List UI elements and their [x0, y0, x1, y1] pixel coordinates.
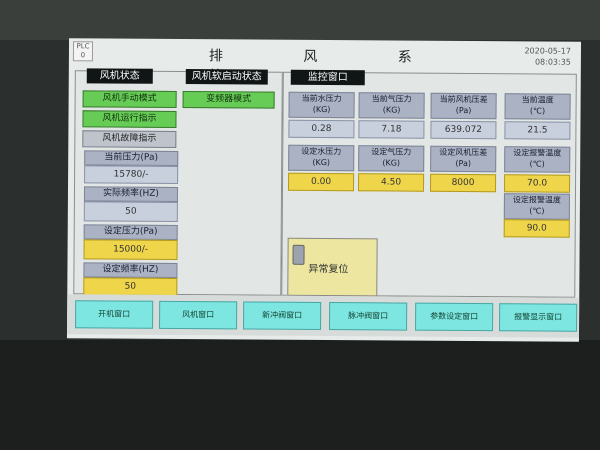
set-freq-label: 设定频率(HZ) — [83, 262, 178, 278]
set-alarm-temp-input-2[interactable]: 90.0 — [503, 219, 570, 238]
vfd-mode-button[interactable]: 变频器模式 — [182, 91, 275, 109]
nav-button-1[interactable]: 风机窗口 — [159, 300, 238, 330]
monitor-value-1: 7.18 — [358, 120, 425, 139]
reset-knob-icon — [292, 244, 305, 265]
nav-button-2[interactable]: 新冲阀窗口 — [243, 301, 322, 330]
nav-button-5[interactable]: 报警显示窗口 — [499, 303, 578, 332]
monitor-value-0: 0.28 — [288, 119, 355, 139]
set-alarm-temp-label-2: 设定报警温度 (℃) — [503, 193, 570, 220]
hmi-screen: PLC 0 排 风 系 统 2020-05-17 08:03:35 风机状态 风… — [66, 38, 582, 342]
fault-reset-button[interactable]: 异常复位 — [287, 237, 378, 297]
monitor-label-3: 当前温度 (℃) — [504, 93, 571, 120]
monitor-bezel-top — [0, 0, 600, 40]
time-text: 08:03:35 — [534, 57, 571, 67]
set-freq-input[interactable]: 50 — [83, 277, 178, 296]
softstart-header: 风机软启动状态 — [185, 69, 268, 85]
manual-mode-button[interactable]: 风机手动模式 — [82, 90, 177, 108]
monitor-setpoint-4[interactable]: 0.00 — [287, 172, 355, 192]
datetime: 2020-05-17 08:03:35 — [524, 45, 571, 67]
monitor-bezel-bottom — [0, 340, 600, 450]
nav-button-4[interactable]: 参数设定窗口 — [415, 302, 494, 332]
monitor-header: 监控窗口 — [290, 69, 365, 86]
plc-label: PLC — [76, 42, 90, 51]
monitor-label-7: 设定报警温度 (℃) — [504, 146, 571, 173]
monitor-label-4: 设定水压力 (KG) — [288, 144, 355, 172]
monitor-label-6: 设定风机压差 (Pa) — [430, 145, 497, 173]
fault-reset-label: 异常复位 — [308, 263, 349, 276]
date-text: 2020-05-17 — [524, 46, 572, 56]
monitor-label-2: 当前风机压差 (Pa) — [430, 92, 497, 120]
fault-indicator: 风机故障指示 — [82, 130, 177, 148]
monitor-value-2: 639.072 — [430, 120, 497, 140]
monitor-label-1: 当前气压力 (KG) — [358, 92, 425, 119]
set-pressure-label: 设定压力(Pa) — [83, 224, 178, 240]
monitor-setpoint-6[interactable]: 8000 — [429, 173, 497, 193]
run-indicator: 风机运行指示 — [82, 110, 177, 128]
fan-status-header: 风机状态 — [86, 68, 153, 84]
set-pressure-input[interactable]: 15000/- — [83, 239, 178, 260]
nav-button-3[interactable]: 脉冲阀窗口 — [329, 302, 408, 331]
actual-freq-label: 实际频率(HZ) — [83, 186, 179, 202]
plc-indicator: PLC 0 — [72, 41, 94, 62]
plc-sub: 0 — [80, 51, 86, 60]
current-pressure-value: 15780/- — [84, 165, 179, 184]
nav-button-0[interactable]: 开机窗口 — [75, 300, 154, 329]
actual-freq-value: 50 — [83, 201, 178, 222]
current-pressure-label: 当前压力(Pa) — [84, 150, 179, 166]
monitor-label-0: 当前水压力 (KG) — [288, 91, 355, 119]
monitor-setpoint-5[interactable]: 4.50 — [357, 173, 425, 192]
monitor-label-5: 设定气压力 (KG) — [358, 145, 425, 172]
monitor-value-3: 21.5 — [504, 121, 571, 140]
monitor-setpoint-7[interactable]: 70.0 — [503, 174, 571, 193]
